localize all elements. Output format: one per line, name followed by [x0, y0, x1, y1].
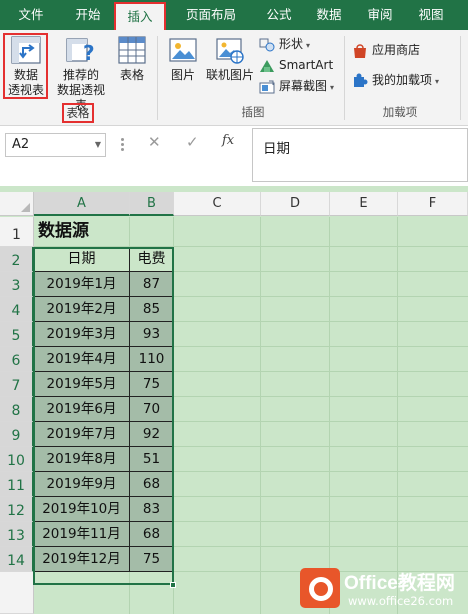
watermark: Office教程网 www.office26.com — [300, 566, 468, 614]
pivot-table-highlight — [3, 33, 48, 99]
fill-handle[interactable] — [170, 582, 176, 588]
selection-border — [33, 247, 174, 585]
smartart-button[interactable]: SmartArt — [259, 55, 333, 75]
smartart-label: SmartArt — [279, 58, 334, 72]
table-label: 表格 — [119, 68, 144, 82]
group-label-tables: 表格 — [62, 103, 94, 123]
app-store-button[interactable]: 应用商店 — [352, 40, 420, 60]
svg-text:?: ? — [83, 41, 95, 64]
cancel-icon[interactable]: ✕ — [148, 133, 161, 151]
column-header-c[interactable]: C — [174, 192, 261, 216]
row-header-1[interactable]: 1 — [0, 217, 34, 247]
formula-input[interactable]: 日期 — [252, 128, 468, 182]
row-header-3[interactable]: 3 — [0, 272, 34, 297]
online-picture-icon — [216, 38, 244, 64]
online-picture-label: 联机图片 — [205, 68, 254, 82]
recommended-pivot-label-1: 推荐的 — [62, 68, 99, 82]
shapes-icon — [259, 38, 275, 51]
insert-function-icon[interactable]: fx — [222, 133, 234, 148]
enter-icon[interactable]: ✓ — [186, 133, 199, 151]
table-button[interactable]: 表格 — [114, 36, 150, 83]
tab-data[interactable]: 数据 — [304, 0, 354, 30]
row-header-4[interactable]: 4 — [0, 297, 34, 322]
select-all-corner[interactable] — [0, 192, 34, 216]
worksheet-grid[interactable]: A B C D E F 1 2 3 4 5 6 7 8 9 10 11 12 1… — [0, 186, 468, 614]
column-header-d[interactable]: D — [261, 192, 330, 216]
recommended-pivot-icon: ? — [66, 38, 95, 64]
column-header-b[interactable]: B — [130, 192, 174, 216]
app-store-label: 应用商店 — [372, 43, 421, 57]
gridline — [329, 217, 330, 614]
ribbon-separator-2 — [344, 36, 345, 120]
row-header-12[interactable]: 12 — [0, 497, 34, 522]
ribbon-separator-1 — [157, 36, 158, 120]
tab-view[interactable]: 视图 — [406, 0, 456, 30]
watermark-brand: Office教程网 — [344, 573, 455, 594]
group-label-illustrations: 插图 — [241, 105, 265, 119]
row-header-8[interactable]: 8 — [0, 397, 34, 422]
formula-bar-grip-icon[interactable] — [121, 138, 124, 152]
tab-file[interactable]: 文件 — [0, 0, 62, 30]
table-icon — [118, 36, 146, 64]
row-header-5[interactable]: 5 — [0, 322, 34, 347]
row-header-7[interactable]: 7 — [0, 372, 34, 397]
my-addins-icon — [354, 73, 368, 87]
row-header-13[interactable]: 13 — [0, 522, 34, 547]
formula-bar: A2 ▼ ✕ ✓ fx 日期 — [0, 126, 468, 186]
tab-home[interactable]: 开始 — [62, 0, 114, 30]
picture-button[interactable]: 图片 — [165, 36, 201, 83]
picture-icon — [169, 38, 197, 62]
tab-page-layout[interactable]: 页面布局 — [168, 0, 254, 30]
screenshot-label: 屏幕截图 — [279, 79, 328, 93]
row-header-15[interactable] — [0, 572, 34, 614]
row-header-10[interactable]: 10 — [0, 447, 34, 472]
tab-formulas[interactable]: 公式 — [254, 0, 304, 30]
my-addins-button[interactable]: 我的加载项 ▾ — [352, 70, 439, 90]
name-box-value: A2 — [12, 137, 30, 152]
tab-insert[interactable]: 插入 — [114, 2, 166, 30]
ribbon: 数据 透视表 ? 推荐的 数据透视表 表格 表格 图片 联机图片 形状 ▾ Sm… — [0, 30, 468, 126]
screenshot-button[interactable]: 屏幕截图 ▾ — [259, 76, 334, 96]
ribbon-tab-bar: 文件 开始 插入 页面布局 公式 数据 审阅 视图 — [0, 0, 468, 30]
shapes-label: 形状 — [279, 37, 304, 51]
watermark-url: www.office26.com — [348, 594, 454, 608]
row-header-9[interactable]: 9 — [0, 422, 34, 447]
name-box-dropdown-icon[interactable]: ▼ — [95, 134, 101, 156]
row-header-11[interactable]: 11 — [0, 472, 34, 497]
row-header-14[interactable]: 14 — [0, 547, 34, 572]
shapes-button[interactable]: 形状 ▾ — [259, 34, 310, 54]
gridline — [260, 217, 261, 614]
row-header-2[interactable]: 2 — [0, 247, 34, 272]
office-logo-icon — [300, 568, 340, 608]
recommended-pivot-button[interactable]: ? 推荐的 数据透视表 — [52, 36, 110, 113]
gridline — [397, 217, 398, 614]
row-header-6[interactable]: 6 — [0, 347, 34, 372]
tab-review[interactable]: 审阅 — [354, 0, 406, 30]
my-addins-label: 我的加载项 — [372, 73, 433, 87]
column-header-a[interactable]: A — [34, 192, 130, 216]
title-cell[interactable]: 数据源 — [34, 218, 164, 246]
smartart-icon — [260, 59, 274, 72]
ribbon-separator-3 — [460, 36, 461, 120]
screenshot-icon — [259, 80, 275, 93]
column-header-f[interactable]: F — [398, 192, 468, 216]
app-store-icon — [354, 43, 366, 58]
formula-content: 日期 — [263, 141, 290, 157]
online-picture-button[interactable]: 联机图片 — [203, 36, 257, 83]
column-header-e[interactable]: E — [330, 192, 398, 216]
picture-label: 图片 — [170, 68, 195, 82]
name-box[interactable]: A2 ▼ — [5, 133, 106, 157]
group-label-addins: 加载项 — [382, 105, 418, 119]
